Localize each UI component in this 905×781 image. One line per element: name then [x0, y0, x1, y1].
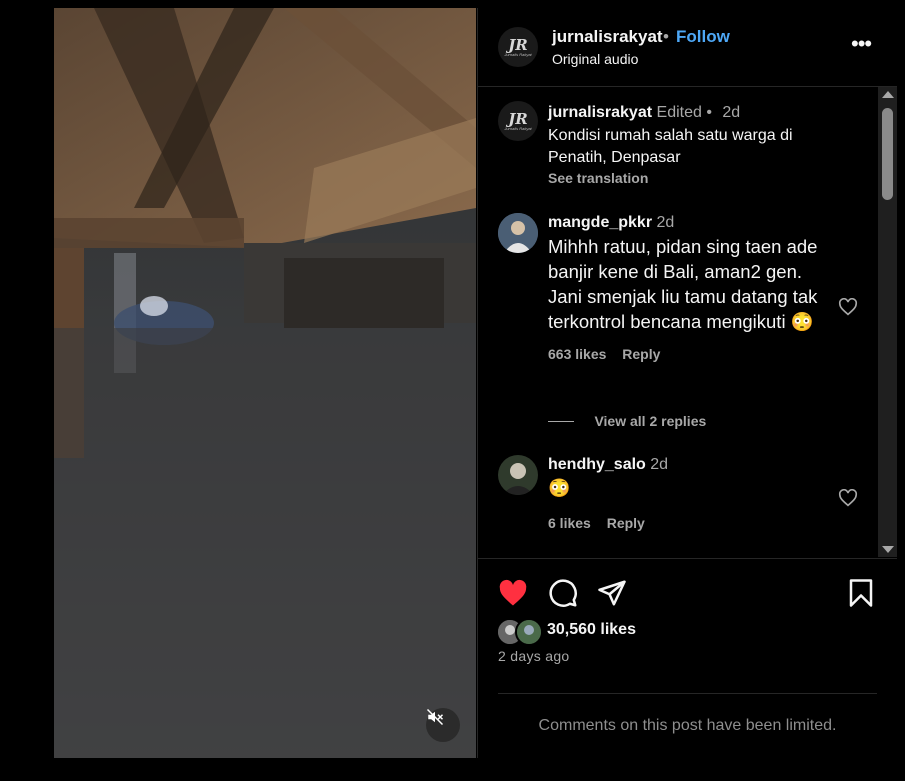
header-separator: • [663, 27, 669, 46]
author-username[interactable]: jurnalisrakyat [552, 27, 663, 47]
caption-avatar[interactable]: JR Jurnalis Rakyat [498, 101, 538, 141]
profile-photo [498, 455, 538, 495]
mute-button[interactable] [426, 708, 460, 742]
audio-link[interactable]: Original audio [552, 51, 638, 67]
comment-text: 😳 [548, 478, 571, 498]
comments-limited-notice: Comments on this post have been limited. [538, 717, 837, 734]
view-replies-toggle[interactable]: View all 2 replies [548, 413, 706, 431]
likes-count[interactable]: 30,560 likes [547, 621, 636, 639]
caption-username[interactable]: jurnalisrakyat [548, 104, 652, 121]
profile-photo [498, 213, 538, 253]
follow-button[interactable]: Follow [676, 27, 730, 47]
caption-dot: • [706, 104, 712, 121]
comment-actions: 663 likes Reply [548, 346, 833, 362]
profile-photo [517, 620, 541, 644]
like-button[interactable] [498, 579, 528, 612]
comment-time[interactable]: 2d [650, 456, 668, 473]
scroll-up-arrow[interactable] [882, 91, 894, 98]
scroll-thumb[interactable] [882, 108, 893, 200]
comment-like-button[interactable] [838, 488, 858, 512]
comment-button[interactable] [548, 578, 578, 613]
share-icon [598, 580, 626, 606]
comment-likes[interactable]: 663 likes [548, 346, 606, 362]
caption-text: Kondisi rumah salah satu warga di Penati… [548, 127, 793, 166]
heart-icon [499, 579, 527, 606]
save-button[interactable] [848, 578, 874, 613]
reply-button[interactable]: Reply [607, 515, 645, 531]
liker-avatar[interactable] [515, 618, 543, 646]
post-date[interactable]: 2 days ago [498, 648, 570, 664]
heart-icon [838, 297, 858, 316]
comment-actions: 6 likes Reply [548, 515, 833, 531]
scroll-down-arrow[interactable] [882, 546, 894, 553]
mute-icon [426, 708, 444, 726]
comment-text: Mihhh ratuu, pidan sing taen ade banjir … [548, 236, 818, 332]
caption-time[interactable]: 2d [722, 104, 740, 121]
commenter-avatar[interactable] [498, 213, 538, 253]
heart-icon [838, 488, 858, 507]
comments-list[interactable]: JR Jurnalis Rakyat jurnalisrakyat Edited… [478, 87, 878, 557]
post-video[interactable] [54, 8, 476, 758]
divider [498, 693, 877, 694]
video-frame [54, 8, 476, 758]
comment-likes[interactable]: 6 likes [548, 515, 591, 531]
comment-icon [549, 579, 577, 607]
replies-line [548, 421, 574, 423]
avatar-initials: JR [508, 35, 528, 54]
comment-username[interactable]: mangde_pkkr [548, 214, 652, 231]
author-avatar[interactable]: JR Jurnalis Rakyat [498, 27, 538, 67]
more-icon[interactable]: ••• [851, 33, 872, 55]
post-header: JR Jurnalis Rakyat jurnalisrakyat • Foll… [478, 8, 897, 87]
avatar-subtitle: Jurnalis Rakyat [504, 125, 532, 131]
reply-button[interactable]: Reply [622, 346, 660, 362]
see-translation-link[interactable]: See translation [548, 170, 838, 186]
post-side-panel: JR Jurnalis Rakyat jurnalisrakyat • Foll… [477, 8, 897, 758]
comment-like-button[interactable] [838, 297, 858, 321]
comment-time[interactable]: 2d [657, 214, 675, 231]
bookmark-icon [849, 579, 873, 607]
avatar-subtitle: Jurnalis Rakyat [504, 51, 532, 57]
post-actions: 30,560 likes 2 days ago Comments on this… [478, 558, 897, 759]
comments-scrollbar[interactable] [878, 87, 897, 557]
comment-username[interactable]: hendhy_salo [548, 456, 646, 473]
edited-label: Edited [656, 104, 702, 121]
view-replies-label: View all 2 replies [594, 413, 707, 429]
share-button[interactable] [597, 578, 627, 613]
commenter-avatar[interactable] [498, 455, 538, 495]
avatar-initials: JR [508, 109, 528, 128]
